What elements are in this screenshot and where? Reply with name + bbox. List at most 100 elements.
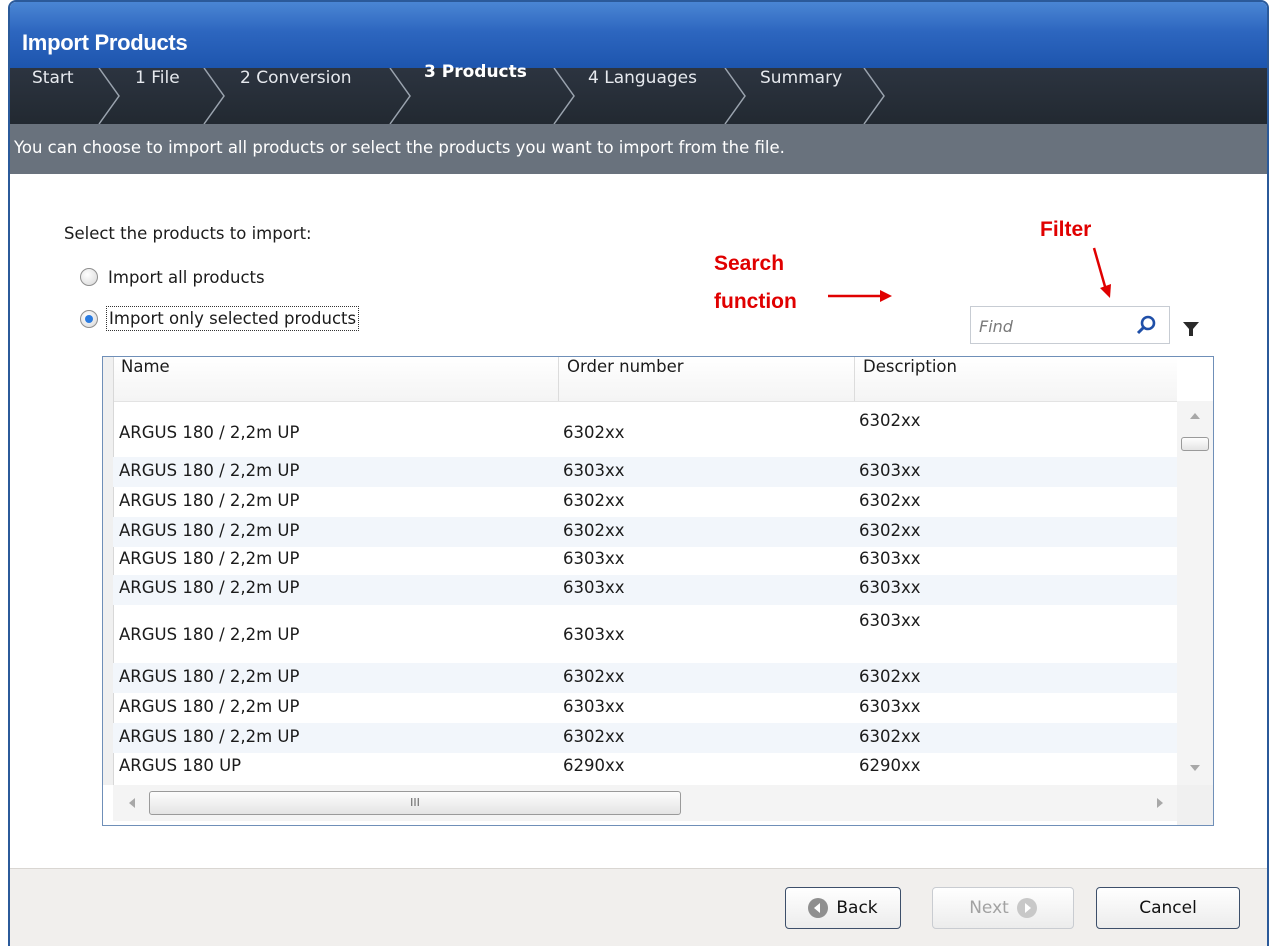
chevron-separator-icon (389, 68, 411, 124)
table-row[interactable]: ARGUS 180 / 2,2m UP 6303xx 6303xx (113, 575, 1177, 605)
chevron-separator-icon (98, 68, 120, 124)
step-description: You can choose to import all products or… (14, 138, 785, 157)
cell-order-number: 6303xx (563, 697, 625, 716)
table-row[interactable]: ARGUS 180 / 2,2m UP 6302xx 6302xx (113, 487, 1177, 517)
back-arrow-icon (808, 898, 829, 918)
table-row[interactable]: ARGUS 180 / 2,2m UP 6302xx 6302xx (113, 723, 1177, 753)
annotation-search-line1: Search (714, 252, 785, 275)
main-content: Select the products to import: Import al… (10, 174, 1267, 868)
cell-name: ARGUS 180 / 2,2m UP (119, 625, 300, 644)
column-header-description[interactable]: Description (855, 357, 1177, 401)
window-title: Import Products (22, 30, 188, 55)
vertical-scrollbar[interactable] (1177, 401, 1213, 785)
step-file[interactable]: 1 File (135, 68, 180, 124)
annotation-search-line2: function (714, 290, 797, 313)
table-row[interactable]: ARGUS 180 UP 6290xx 6290xx (113, 753, 1177, 783)
arrow-right-icon (828, 290, 892, 302)
chevron-separator-icon (724, 68, 746, 124)
cell-name: ARGUS 180 / 2,2m UP (119, 549, 300, 568)
cell-order-number: 6303xx (563, 625, 625, 644)
step-languages[interactable]: 4 Languages (588, 68, 697, 124)
import-all-radio[interactable] (80, 268, 98, 286)
cell-order-number: 6302xx (563, 727, 625, 746)
title-bar: Import Products (10, 2, 1267, 68)
cell-order-number: 6303xx (563, 578, 625, 597)
cell-description: 6302xx (859, 521, 921, 540)
wizard-steps: Start 1 File 2 Conversion 3 Products 4 L… (10, 62, 1267, 124)
cell-description: 6303xx (859, 697, 921, 716)
cell-name: ARGUS 180 / 2,2m UP (119, 727, 300, 746)
back-button-label: Back (836, 898, 878, 918)
funnel-icon[interactable] (1182, 320, 1200, 338)
chevron-separator-icon (863, 68, 885, 124)
cell-name: ARGUS 180 / 2,2m UP (119, 697, 300, 716)
table-row[interactable]: ARGUS 180 / 2,2m UP 6303xx 6303xx (113, 547, 1177, 575)
chevron-separator-icon (203, 68, 225, 124)
step-summary[interactable]: Summary (760, 68, 842, 124)
cell-description: 6302xx (859, 667, 921, 686)
cell-order-number: 6303xx (563, 461, 625, 480)
scrollbar-corner (1177, 785, 1213, 825)
step-products[interactable]: 3 Products (424, 62, 527, 118)
cell-order-number: 6302xx (563, 667, 625, 686)
scroll-down-arrow-icon[interactable] (1189, 763, 1201, 773)
import-products-dialog: Import Products Start 1 File 2 Conversio… (8, 0, 1269, 946)
next-button[interactable]: Next (932, 887, 1074, 929)
step-start[interactable]: Start (32, 68, 74, 124)
step-description-bar: You can choose to import all products or… (10, 124, 1267, 174)
chevron-separator-icon (553, 68, 575, 124)
table-row[interactable]: ARGUS 180 / 2,2m UP 6303xx 6303xx (113, 457, 1177, 487)
back-button[interactable]: Back (785, 887, 901, 929)
cell-description: 6303xx (859, 578, 921, 597)
search-box[interactable] (970, 306, 1170, 344)
next-button-label: Next (969, 898, 1009, 918)
cell-description: 6302xx (859, 727, 921, 746)
cancel-button[interactable]: Cancel (1096, 887, 1240, 929)
search-icon[interactable] (1135, 314, 1157, 336)
scroll-up-arrow-icon[interactable] (1189, 411, 1201, 421)
cell-description: 6302xx (859, 411, 921, 430)
search-input[interactable] (977, 313, 1131, 339)
table-row[interactable]: ARGUS 180 / 2,2m UP 6303xx 6303xx (113, 693, 1177, 723)
cell-name: ARGUS 180 / 2,2m UP (119, 667, 300, 686)
cell-name: ARGUS 180 / 2,2m UP (119, 461, 300, 480)
cell-order-number: 6302xx (563, 491, 625, 510)
cell-name: ARGUS 180 UP (119, 756, 242, 775)
import-selected-radio[interactable] (80, 310, 98, 328)
table-row[interactable]: ARGUS 180 / 2,2m UP 6302xx 6302xx (113, 403, 1177, 457)
dialog-footer: Back Next Cancel (10, 868, 1267, 946)
cell-order-number: 6290xx (563, 756, 625, 775)
vertical-scroll-thumb[interactable] (1181, 437, 1209, 451)
cell-name: ARGUS 180 / 2,2m UP (119, 491, 300, 510)
scroll-left-arrow-icon[interactable] (127, 797, 137, 809)
cancel-button-label: Cancel (1139, 898, 1197, 918)
products-table: Name Order number Description ARGUS 180 … (102, 356, 1214, 826)
cell-order-number: 6303xx (563, 549, 625, 568)
cell-description: 6303xx (859, 549, 921, 568)
table-row[interactable]: ARGUS 180 / 2,2m UP 6303xx 6303xx (113, 605, 1177, 663)
cell-name: ARGUS 180 / 2,2m UP (119, 521, 300, 540)
cell-order-number: 6302xx (563, 521, 625, 540)
cell-name: ARGUS 180 / 2,2m UP (119, 578, 300, 597)
next-arrow-icon (1016, 898, 1037, 918)
table-header: Name Order number Description (103, 357, 1177, 402)
scroll-right-arrow-icon[interactable] (1155, 797, 1165, 809)
table-row[interactable]: ARGUS 180 / 2,2m UP 6302xx 6302xx (113, 517, 1177, 547)
column-header-order-number[interactable]: Order number (559, 357, 855, 401)
arrow-down-icon (1092, 247, 1111, 298)
cell-description: 6290xx (859, 756, 921, 775)
horizontal-scrollbar[interactable]: III (113, 785, 1177, 821)
column-header-name[interactable]: Name (113, 357, 559, 401)
cell-order-number: 6302xx (563, 423, 625, 442)
import-all-label[interactable]: Import all products (108, 268, 265, 287)
step-conversion[interactable]: 2 Conversion (240, 68, 352, 124)
cell-description: 6302xx (859, 491, 921, 510)
selection-prompt: Select the products to import: (64, 224, 312, 243)
import-selected-label[interactable]: Import only selected products (106, 306, 360, 331)
cell-description: 6303xx (859, 461, 921, 480)
table-row[interactable]: ARGUS 180 / 2,2m UP 6302xx 6302xx (113, 663, 1177, 693)
horizontal-scroll-thumb[interactable]: III (149, 791, 681, 815)
annotation-filter: Filter (1040, 218, 1092, 241)
cell-name: ARGUS 180 / 2,2m UP (119, 423, 300, 442)
cell-description: 6303xx (859, 611, 921, 630)
